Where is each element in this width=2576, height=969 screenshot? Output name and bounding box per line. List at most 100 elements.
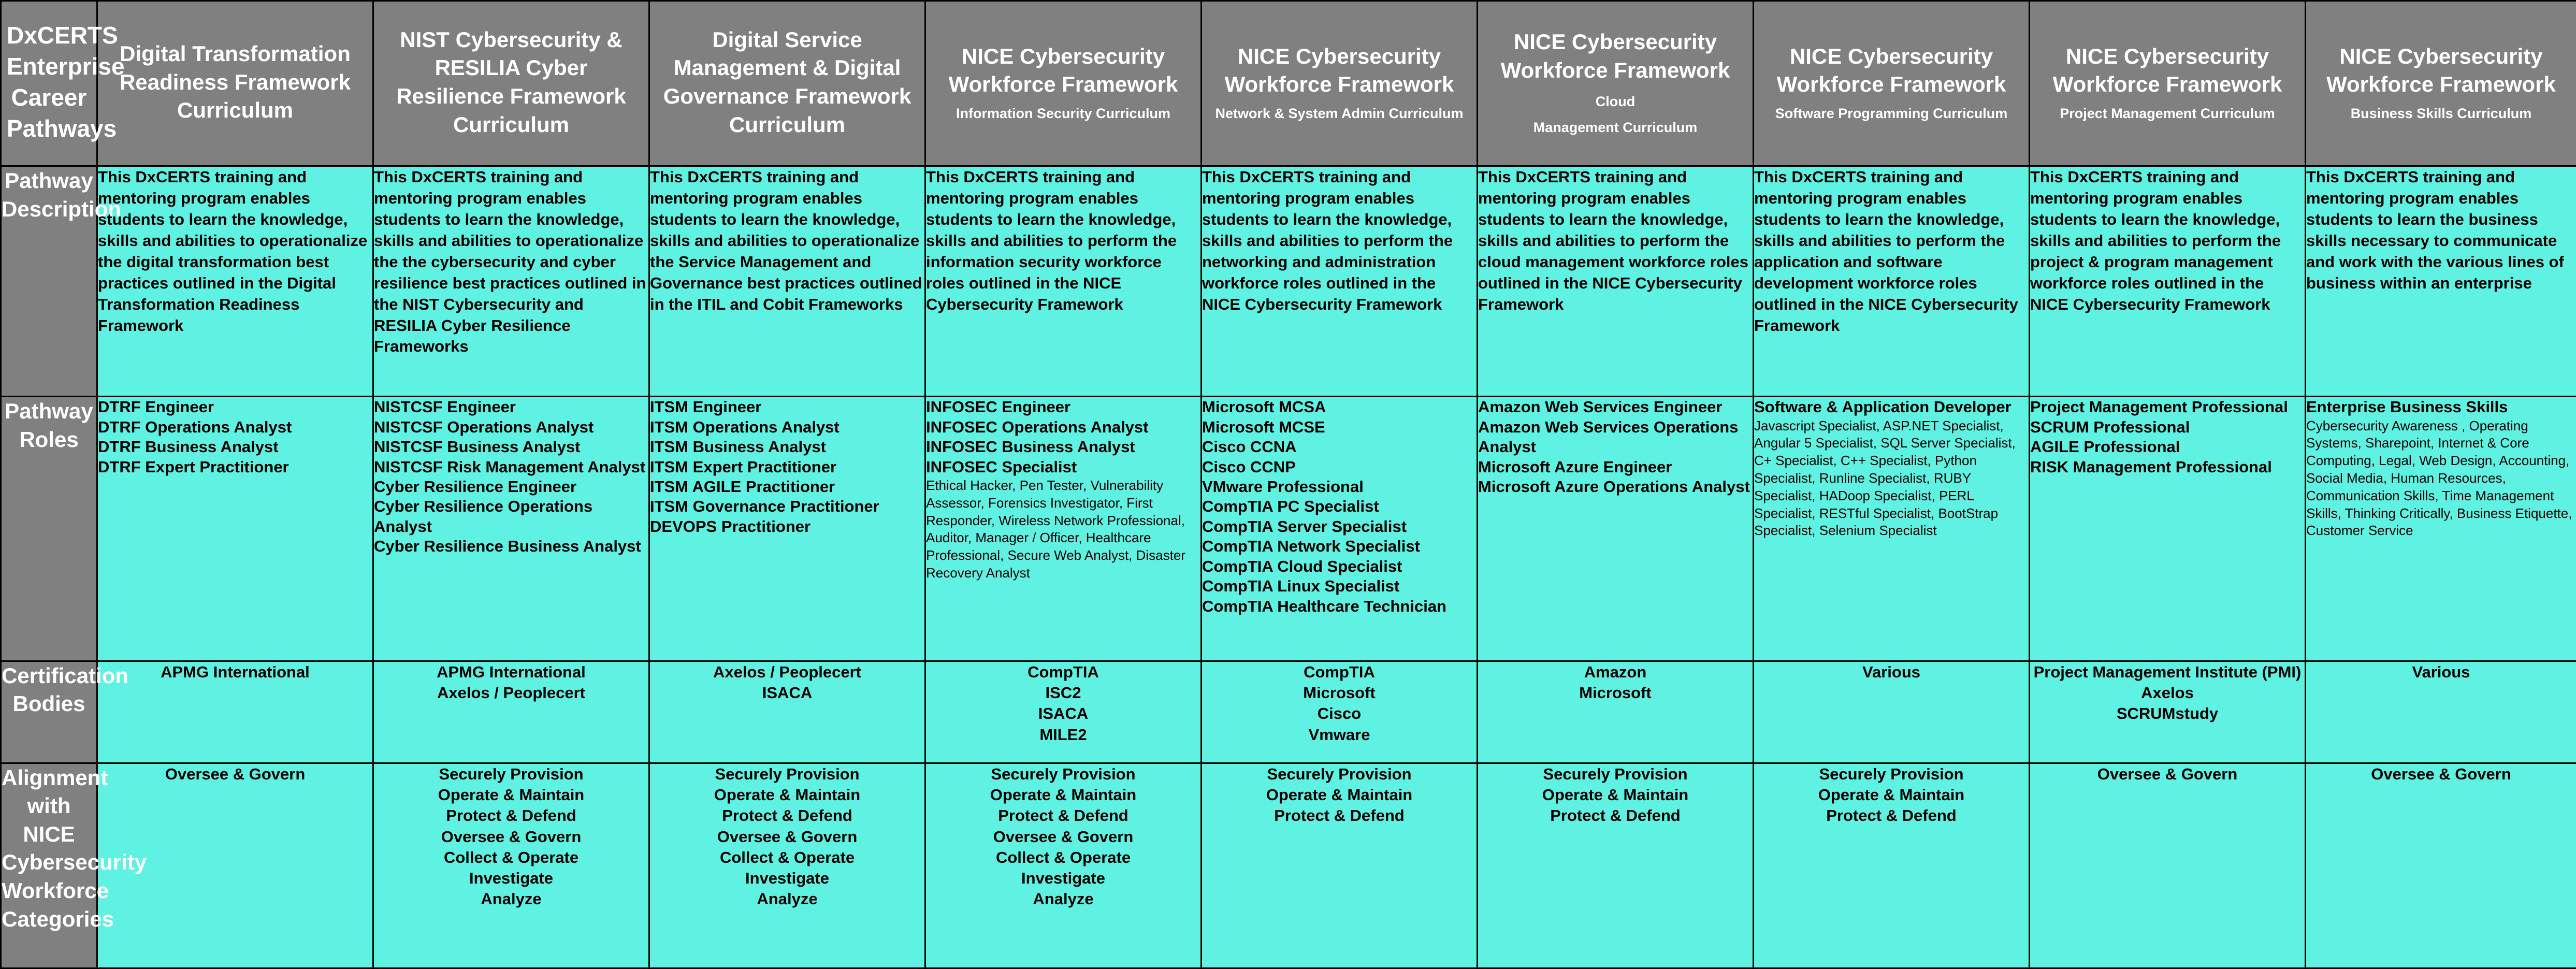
role-item: ITSM Operations Analyst [650,417,840,436]
pathway-description-cell-3: This DxCERTS training and mentoring prog… [924,165,1202,398]
alignment-category-item: Investigate [745,869,829,888]
role-item: INFOSEC Operations Analyst [926,417,1149,436]
role-item: CompTIA PC Specialist [1202,497,1379,516]
certification-body-item: Axelos / Peoplecert [713,662,861,681]
role-specialties-text: Javascript Specialist, ASP.NET Specialis… [1754,417,2016,539]
certification-body-cell-2: Axelos / Peoplecert ISACA [648,660,926,764]
career-pathways-matrix: DxCERTS Enterprise Career Pathways Digita… [0,0,2576,969]
column-header-1: NIST Cybersecurity & RESILIA Cyber Resil… [372,0,650,167]
column-header-inline-suffix: Cloud [1595,93,1636,109]
alignment-category-cell-6: Securely Provision Operate & Maintain Prot… [1753,762,2030,969]
certification-body-item: Amazon [1584,662,1647,681]
role-item: Enterprise Business Skills [2306,398,2508,416]
row-pathway-roles: Pathway Roles DTRF Engineer DTRF Operation… [0,396,2576,662]
pathway-description-cell-5: This DxCERTS training and mentoring prog… [1477,165,1754,398]
table-body: DxCERTS Enterprise Career Pathways Digita… [0,0,2576,969]
alignment-category-item: Securely Provision [1543,764,1688,783]
row-label-certification-bodies: Certification Bodies [0,660,128,764]
certification-body-item: Various [2412,662,2470,681]
role-list: DTRF Engineer DTRF Operations Analyst DTRF… [98,397,372,477]
alignment-category-item: Operate & Maintain [1818,785,1965,804]
role-item: VMware Professional [1202,477,1364,496]
column-header-subtitle: Business Skills Curriculum [2350,105,2532,121]
role-item: DTRF Operations Analyst [98,417,292,436]
pathway-description-cell-1: This DxCERTS training and mentoring prog… [372,165,650,398]
role-item: SCRUM Professional [2030,417,2190,436]
certification-body-item: SCRUMstudy [2116,704,2219,723]
role-list: Microsoft MCSA Microsoft MCSE Cisco CCNA Ci… [1202,397,1477,616]
pathway-description-cell-7: This DxCERTS training and mentoring prog… [2029,165,2306,398]
role-item: CompTIA Server Specialist [1202,517,1407,536]
table-header-row: DxCERTS Enterprise Career Pathways Digita… [0,0,2576,167]
pathway-roles-cell-0: DTRF Engineer DTRF Operations Analyst DTRF… [96,396,374,662]
role-specialties-text: Cybersecurity Awareness , Operating Syst… [2306,417,2572,539]
alignment-category-cell-1: Securely Provision Operate & Maintain Prot… [372,762,650,969]
pathway-description-text: This DxCERTS training and mentoring prog… [650,168,922,313]
role-item: Microsoft Azure Engineer [1478,457,1672,476]
role-item: ITSM Engineer [650,398,762,416]
alignment-category-item: Securely Provision [991,764,1136,783]
row-alignment-nice-categories: Alignment with NICE Cybersecurity Workfo… [0,762,2576,969]
alignment-category-cell-8: Oversee & Govern [2305,762,2576,969]
pathway-roles-cell-8: Enterprise Business Skills Cybersecurity … [2305,396,2576,662]
certification-body-item: Cisco [1317,704,1362,723]
role-item: DTRF Engineer [98,398,214,416]
alignment-category-item: Securely Provision [439,764,584,783]
corner-title-cell: DxCERTS Enterprise Career Pathways [0,0,125,167]
certification-body-cell-8: Various [2305,660,2576,764]
certification-body-item: Various [1862,662,1920,681]
column-header-title: NIST Cybersecurity & RESILIA Cyber Resil… [396,27,626,137]
certification-body-item: Axelos [2141,684,2194,702]
row-pathway-description: Pathway Description This DxCERTS training… [0,165,2576,398]
alignment-category-item: Oversee & Govern [717,827,858,846]
role-item: AGILE Professional [2030,438,2180,456]
certification-body-item: ISACA [1038,704,1089,723]
alignment-category-item: Oversee & Govern [2371,764,2511,783]
certification-body-item: CompTIA [1027,662,1099,681]
role-item: Microsoft MCSE [1202,417,1325,436]
column-header-title: NICE Cybersecurity Workforce Framework [1224,44,1454,97]
alignment-category-item: Analyze [1033,890,1094,908]
column-header-8: NICE Cybersecurity Workforce Framework Bu… [2305,0,2576,167]
role-item: RISK Management Professional [2030,457,2272,476]
column-header-subtitle: Network & System Admin Curriculum [1215,105,1464,121]
role-item: Amazon Web Services Engineer [1478,398,1723,416]
alignment-category-item: Securely Provision [1819,764,1964,783]
certification-body-item: Project Management Institute (PMI) [2033,662,2302,681]
alignment-category-item: Collect & Operate [995,848,1131,866]
role-item: INFOSEC Specialist [926,457,1077,476]
pathway-roles-cell-4: Microsoft MCSA Microsoft MCSE Cisco CCNA Ci… [1200,396,1478,662]
pathway-roles-cell-3: INFOSEC Engineer INFOSEC Operations Analy… [924,396,1202,662]
role-item: NISTCSF Engineer [374,398,516,416]
certification-body-cell-0: APMG International [96,660,374,764]
column-header-title: NICE Cybersecurity Workforce Framework [1776,44,2006,97]
certification-body-item: ISC2 [1045,684,1081,702]
pathway-description-cell-8: This DxCERTS training and mentoring prog… [2305,165,2576,398]
alignment-category-item: Protect & Defend [722,806,852,825]
pathway-roles-cell-5: Amazon Web Services Engineer Amazon Web S… [1477,396,1754,662]
column-header-2: Digital Service Management & Digital Gov… [648,0,926,167]
alignment-category-item: Protect & Defend [1826,806,1957,825]
alignment-category-item: Securely Provision [1267,764,1412,783]
role-item: CompTIA Healthcare Technician [1202,597,1446,615]
role-item: INFOSEC Engineer [926,398,1071,416]
column-header-4: NICE Cybersecurity Workforce Framework Ne… [1200,0,1478,167]
role-item: Cisco CCNA [1202,438,1297,456]
alignment-category-cell-4: Securely Provision Operate & Maintain Prot… [1200,762,1478,969]
alignment-category-item: Operate & Maintain [438,785,585,804]
role-item: NISTCSF Business Analyst [374,438,581,456]
alignment-category-item: Protect & Defend [998,806,1128,825]
alignment-category-item: Protect & Defend [1274,806,1405,825]
certification-body-cell-3: CompTIA ISC2 ISACA MILE2 [924,660,1202,764]
role-item: Amazon Web Services Operations Analyst [1478,417,1739,456]
alignment-category-item: Collect & Operate [443,848,579,866]
column-header-title: NICE Cybersecurity Workforce Framework C… [1500,30,1730,109]
column-header-7: NICE Cybersecurity Workforce Framework Pr… [2029,0,2306,167]
pathway-roles-cell-1: NISTCSF Engineer NISTCSF Operations Analy… [372,396,650,662]
role-list: Project Management Professional SCRUM Pro… [2030,397,2305,477]
certification-body-cell-1: APMG International Axelos / Peoplecert [372,660,650,764]
role-item: ITSM Business Analyst [650,438,826,456]
role-list: Amazon Web Services Engineer Amazon Web S… [1478,397,1753,497]
pathway-description-text: This DxCERTS training and mentoring prog… [98,168,368,335]
certification-body-cell-7: Project Management Institute (PMI) Axelos… [2029,660,2306,764]
